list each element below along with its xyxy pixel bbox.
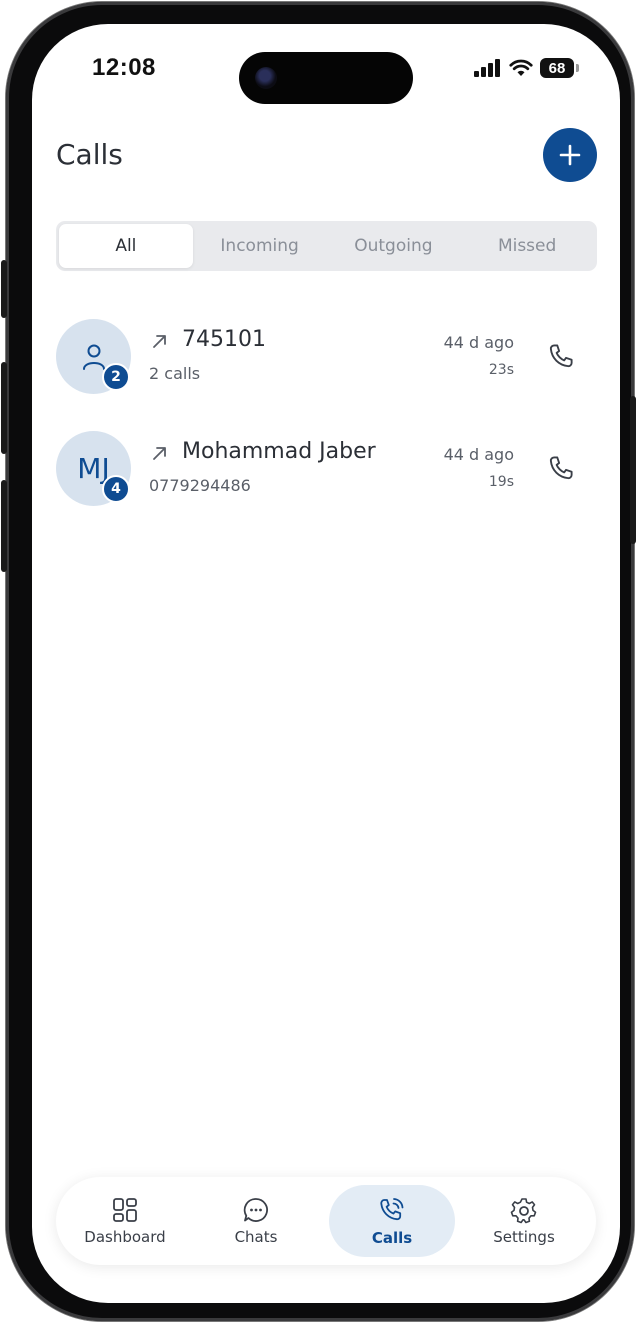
call-subtitle: 0779294486: [149, 476, 251, 495]
phone-icon[interactable]: [546, 453, 576, 483]
volume-down-button: [1, 480, 7, 572]
nav-chats[interactable]: Chats: [193, 1185, 319, 1257]
page-title: Calls: [56, 138, 123, 171]
tab-incoming[interactable]: Incoming: [193, 224, 327, 268]
action-button: [1, 260, 7, 318]
tab-all[interactable]: All: [59, 224, 193, 268]
call-count-badge: 2: [102, 363, 130, 391]
outgoing-arrow-icon: [153, 447, 166, 460]
nav-dashboard[interactable]: Dashboard: [62, 1185, 188, 1257]
screen: 12:08 68 Calls All Incoming Outgoing Mis…: [32, 24, 620, 1303]
nav-label: Settings: [493, 1228, 555, 1246]
nav-label: Dashboard: [84, 1228, 166, 1246]
phone-frame: 12:08 68 Calls All Incoming Outgoing Mis…: [1, 2, 636, 1321]
battery-indicator: 68: [540, 58, 579, 78]
nav-label: Calls: [371, 1229, 413, 1247]
person-icon: [82, 344, 105, 370]
plus-icon: [559, 144, 581, 166]
call-subtitle: 2 calls: [149, 364, 201, 383]
status-time: 12:08: [92, 54, 156, 81]
chat-bubble-icon: [243, 1198, 268, 1222]
call-name: 745101: [182, 327, 266, 352]
camera-icon: [255, 67, 277, 89]
add-call-button[interactable]: [543, 128, 597, 182]
volume-up-button: [1, 362, 7, 454]
call-time-ago: 44 d ago: [443, 333, 514, 352]
status-icons: 68: [474, 58, 579, 78]
call-row[interactable]: 2 745101 2 calls 44 d ago 23s: [56, 319, 597, 399]
call-time-ago: 44 d ago: [443, 445, 514, 464]
bottom-nav: Dashboard Chats Calls Settings: [56, 1177, 596, 1265]
nav-settings[interactable]: Settings: [461, 1185, 587, 1257]
wifi-icon: [509, 59, 533, 76]
call-filter-tabs: All Incoming Outgoing Missed: [56, 221, 597, 271]
outgoing-arrow-icon: [153, 335, 166, 348]
signal-icon: [474, 59, 500, 77]
tab-missed[interactable]: Missed: [460, 224, 594, 268]
call-duration: 23s: [488, 362, 514, 378]
nav-label: Chats: [234, 1228, 278, 1246]
call-count-badge: 4: [102, 475, 130, 503]
gear-icon: [510, 1198, 537, 1224]
grid-icon: [113, 1198, 137, 1222]
dynamic-island: [239, 52, 413, 104]
tab-outgoing[interactable]: Outgoing: [327, 224, 461, 268]
call-row[interactable]: MJ 4 Mohammad Jaber 0779294486 44 d ago …: [56, 431, 597, 511]
call-name: Mohammad Jaber: [182, 439, 376, 464]
phone-wave-icon: [380, 1198, 404, 1221]
nav-calls[interactable]: Calls: [329, 1185, 455, 1257]
power-button: [630, 396, 636, 544]
call-duration: 19s: [488, 474, 514, 490]
phone-icon[interactable]: [546, 341, 576, 371]
